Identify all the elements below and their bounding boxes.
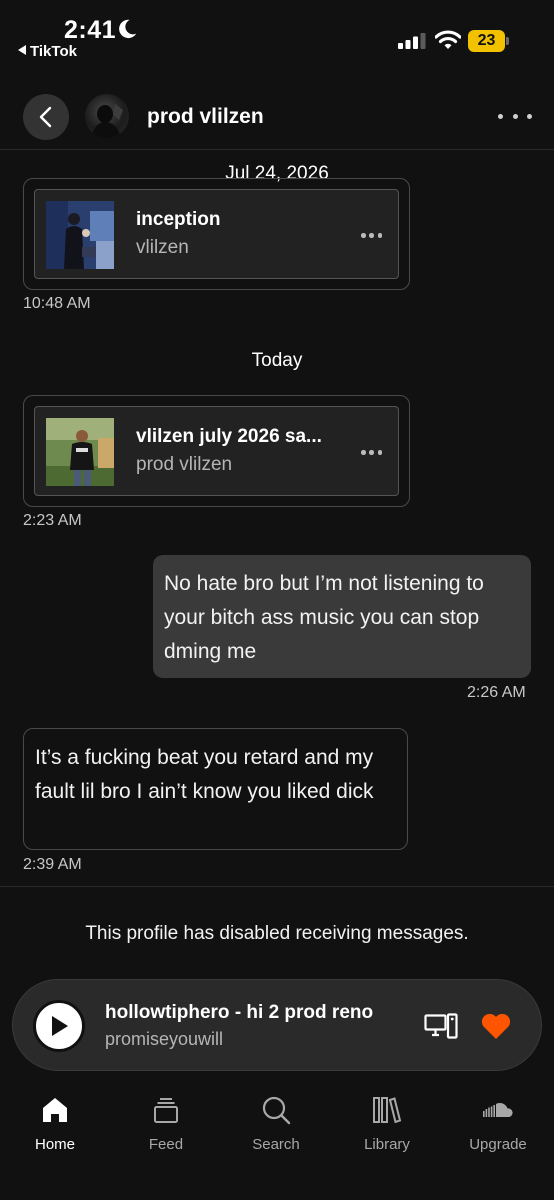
search-icon [262,1096,291,1125]
track-title: inception [136,209,221,230]
tab-label: Search [252,1136,300,1153]
tab-label: Feed [148,1136,184,1153]
home-icon [43,1098,67,1122]
message-timestamp: 2:26 AM [467,684,526,701]
track-more-button[interactable] [361,233,382,239]
back-button[interactable] [23,94,69,140]
conversation-title[interactable]: prod vlilzen [147,105,264,129]
message-timestamp: 10:48 AM [23,295,91,312]
tab-label: Home [34,1136,75,1153]
more-options-button[interactable] [498,106,532,126]
play-button[interactable] [33,1000,85,1052]
tab-home[interactable]: Home [10,1094,100,1153]
battery-percent: 23 [477,32,496,49]
track-artist: vlilzen [136,237,189,258]
tab-feed[interactable]: Feed [121,1094,211,1153]
date-label: Today [239,350,315,371]
moon-icon [119,19,137,39]
cellular-signal-icon [398,33,426,49]
outgoing-message-bubble[interactable]: No hate bro but I’m not listening to you… [153,555,531,678]
chevron-left-icon [39,106,52,128]
track-title: vlilzen july 2026 sa... [136,426,322,447]
soundcloud-icon [483,1102,513,1117]
cast-device-icon[interactable] [424,1013,458,1039]
tab-label: Upgrade [469,1136,527,1153]
conversation-header: prod vlilzen [0,86,554,150]
now-playing-title[interactable]: hollowtiphero - hi 2 prod reno [105,1002,373,1024]
messaging-disabled-notice: This profile has disabled receiving mess… [85,923,469,944]
divider [0,886,554,887]
message-timestamp: 2:39 AM [23,856,82,873]
now-playing-artist[interactable]: promiseyouwill [105,1029,223,1050]
heart-icon[interactable] [480,1012,512,1040]
shared-track-message[interactable]: inception vlilzen [23,178,410,290]
date-separator: Today [0,350,554,372]
track-card[interactable]: vlilzen july 2026 sa... prod vlilzen [34,406,399,496]
play-icon [52,1016,68,1036]
track-artwork [46,418,114,486]
status-bar: 2:41 TikTok 23 [0,0,554,70]
wifi-icon [435,30,461,49]
message-timestamp: 2:23 AM [23,512,82,529]
track-card[interactable]: inception vlilzen [34,189,399,279]
incoming-message-bubble[interactable]: It’s a fucking beat you retard and my fa… [23,728,408,850]
tab-search[interactable]: Search [231,1094,321,1153]
avatar-image [91,104,123,138]
back-app-label: TikTok [30,43,77,60]
shared-track-message[interactable]: vlilzen july 2026 sa... prod vlilzen [23,395,410,507]
status-time: 2:41 [64,16,117,44]
tab-upgrade[interactable]: Upgrade [453,1094,543,1153]
back-to-app-link[interactable]: TikTok [18,43,77,60]
bottom-tab-bar: Home Feed Search Library Upgrade [0,1082,554,1200]
track-artwork [46,201,114,269]
tab-label: Library [364,1136,410,1153]
battery-indicator: 23 [468,30,510,52]
tab-library[interactable]: Library [342,1094,432,1153]
track-more-button[interactable] [361,450,382,456]
mini-player[interactable]: hollowtiphero - hi 2 prod reno promiseyo… [12,979,542,1071]
avatar[interactable] [85,94,129,138]
library-icon [373,1097,402,1124]
feed-icon [154,1098,178,1123]
track-artist: prod vlilzen [136,454,233,475]
